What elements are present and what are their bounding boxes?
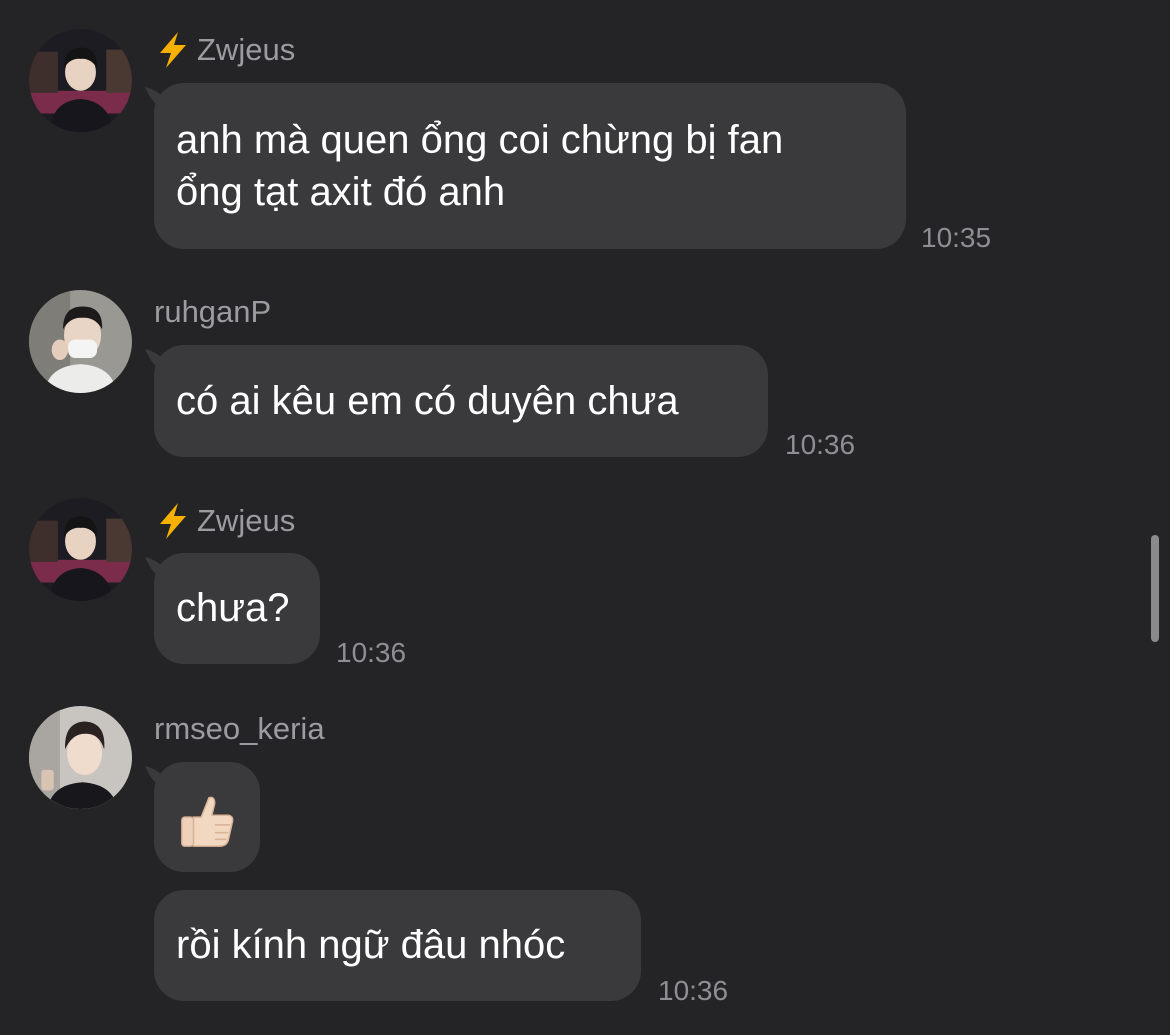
emoji-message-bubble[interactable] [154, 762, 260, 872]
message-timestamp: 10:35 [921, 222, 992, 253]
message-timestamp: 10:36 [658, 975, 729, 1006]
avatar-rmseo-keria[interactable] [29, 706, 132, 809]
avatar-zwjeus-image [29, 498, 132, 601]
message-text-line: ổng tạt axit đó anh [176, 170, 506, 214]
avatar-zwjeus-image [29, 29, 132, 132]
scroll-indicator[interactable] [1151, 535, 1159, 642]
message-bubble[interactable]: có ai kêu em có duyên chưa [154, 345, 768, 457]
lightning-bolt-icon [154, 30, 192, 70]
message-text-line: chưa? [176, 586, 290, 630]
thumbs-up-icon [181, 796, 234, 847]
message-timestamp: 10:36 [336, 637, 407, 668]
avatar-zwjeus[interactable] [29, 498, 132, 601]
sender-name: Zwjeus [154, 501, 295, 541]
avatar-zwjeus[interactable] [29, 29, 132, 132]
message-bubble[interactable]: anh mà quen ổng coi chừng bị fan ổng tạt… [154, 83, 906, 249]
message-timestamp: 10:36 [785, 429, 856, 460]
message-bubble[interactable]: rồi kính ngữ đâu nhóc [154, 890, 641, 1001]
message-bubble[interactable]: chưa? [154, 553, 320, 664]
sender-name-label: Zwjeus [197, 32, 296, 67]
avatar-ruhganp-image [29, 290, 132, 393]
lightning-bolt-icon [154, 501, 192, 541]
message-text-line: có ai kêu em có duyên chưa [176, 379, 679, 423]
sender-name-label: Zwjeus [197, 503, 296, 538]
avatar-ruhganp[interactable] [29, 290, 132, 393]
sender-name: ruhganP [154, 294, 272, 329]
sender-name: Zwjeus [154, 30, 295, 70]
message-text-line: anh mà quen ổng coi chừng bị fan [176, 118, 784, 162]
avatar-rmseo-keria-image [29, 706, 132, 809]
sender-name: rmseo_keria [154, 711, 325, 746]
message-text-line: rồi kính ngữ đâu nhóc [176, 923, 566, 967]
